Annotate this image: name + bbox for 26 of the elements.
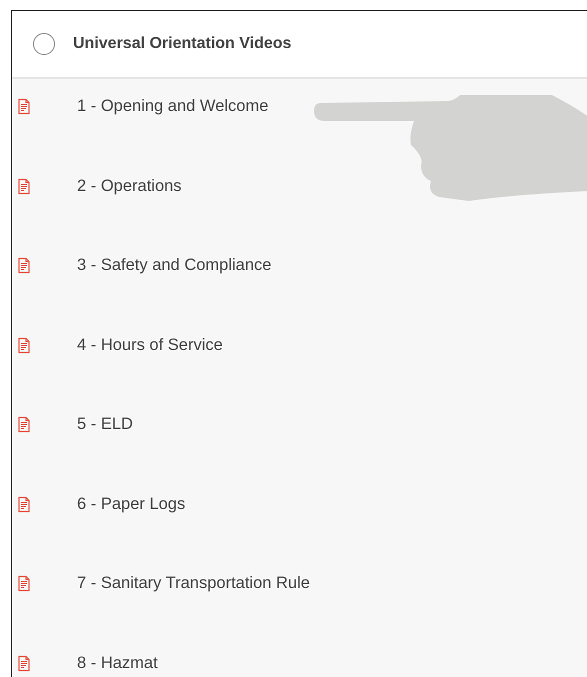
document-icon (18, 416, 30, 433)
item-label: 6 - Paper Logs (77, 494, 186, 514)
document-icon (18, 496, 30, 512)
item-label: 2 - Operations (77, 176, 182, 196)
item-label: 1 - Opening and Welcome (77, 97, 268, 116)
list-item[interactable]: 1 - Opening and Welcome (12, 79, 587, 158)
document-icon (18, 98, 30, 115)
item-label: 7 - Sanitary Transportation Rule (77, 574, 310, 593)
list-item[interactable]: 4 - Hours of Service (12, 318, 587, 397)
document-icon (18, 654, 30, 672)
item-label: 8 - Hazmat (77, 654, 158, 672)
item-label: 5 - ELD (77, 415, 133, 434)
list-item[interactable]: 7 - Sanitary Transportation Rule (12, 556, 587, 636)
list-item[interactable]: 3 - Safety and Compliance (12, 238, 587, 318)
list-item[interactable]: 5 - ELD (12, 397, 587, 476)
document-icon (18, 336, 30, 354)
item-label: 3 - Safety and Compliance (77, 256, 272, 275)
section-title: Universal Orientation Videos (73, 35, 292, 53)
item-label: 4 - Hours of Service (77, 336, 223, 354)
document-icon (18, 178, 30, 194)
radio-button[interactable] (33, 33, 55, 55)
list-item[interactable]: 8 - Hazmat (12, 636, 587, 677)
list-item[interactable]: 2 - Operations (12, 158, 587, 238)
document-icon (18, 575, 30, 592)
document-icon (18, 257, 30, 274)
list-item[interactable]: 6 - Paper Logs (12, 476, 587, 556)
